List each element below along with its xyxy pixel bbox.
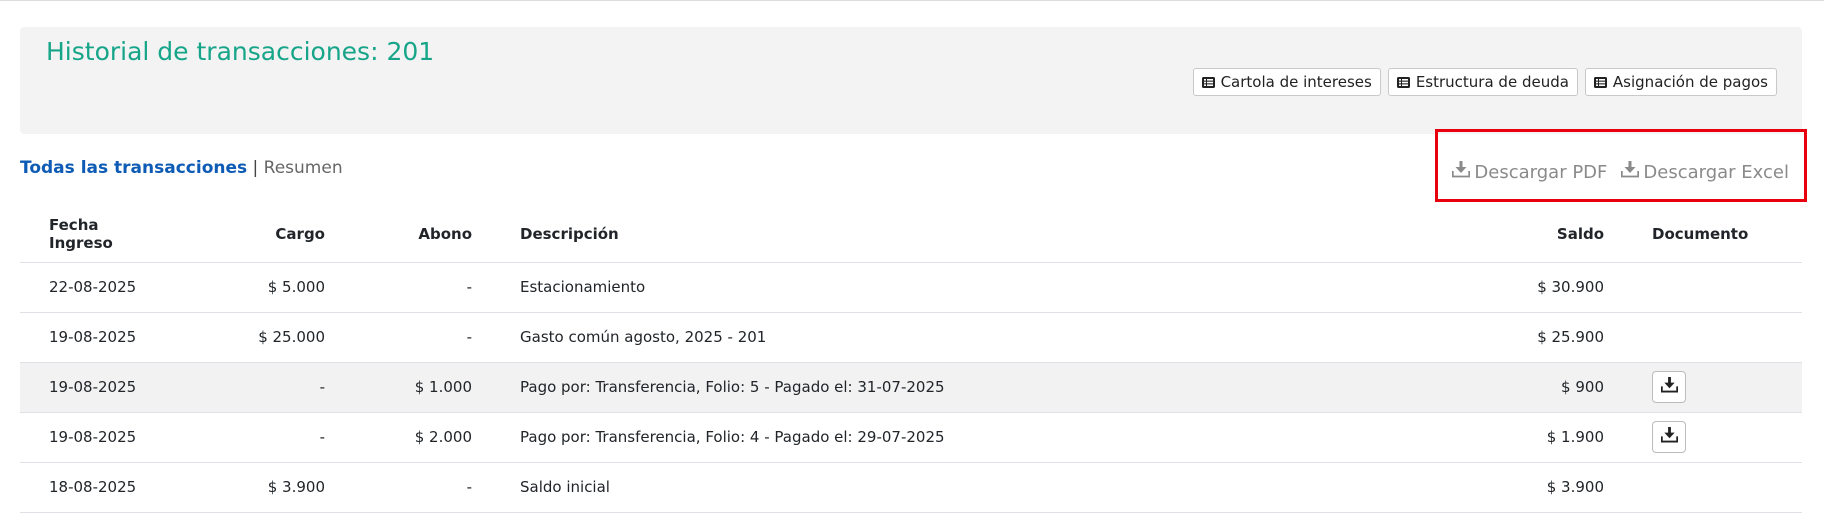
col-documento: Documento	[1614, 206, 1802, 263]
cell-descripcion: Estacionamiento	[482, 262, 1430, 313]
cell-saldo: $ 3.900	[1430, 462, 1614, 513]
asignacion-pagos-button[interactable]: Asignación de pagos	[1584, 68, 1777, 96]
view-switch: Todas las transacciones | Resumen	[20, 158, 343, 178]
download-icon	[1660, 427, 1678, 447]
download-document-button[interactable]	[1652, 371, 1686, 403]
cell-documento	[1614, 462, 1802, 513]
cell-documento	[1614, 262, 1802, 313]
cell-saldo: $ 900	[1430, 362, 1614, 413]
cell-abono: -	[335, 262, 482, 313]
cell-cargo: $ 25.000	[205, 312, 335, 363]
page-title: Historial de transacciones: 201	[46, 37, 435, 66]
list-icon	[1396, 76, 1410, 88]
page-header: Historial de transacciones: 201 Cartola …	[20, 27, 1802, 134]
download-icon	[1452, 161, 1471, 183]
col-fecha-ingreso: Fecha Ingreso	[20, 206, 205, 263]
list-icon	[1593, 76, 1607, 88]
cell-fecha: 19-08-2025	[20, 362, 205, 413]
asignacion-pagos-label: Asignación de pagos	[1612, 73, 1768, 91]
cell-saldo: $ 25.900	[1430, 312, 1614, 363]
cell-saldo: $ 30.900	[1430, 262, 1614, 313]
download-icon	[1621, 161, 1640, 183]
tab-todas-transacciones[interactable]: Todas las transacciones	[20, 158, 247, 178]
download-links: Descargar PDF Descargar Excel	[1452, 161, 1789, 183]
table-row: 19-08-2025 - $ 1.000 Pago por: Transfere…	[20, 362, 1802, 413]
header-actions: Cartola de intereses Estructura de deuda…	[1192, 68, 1777, 96]
cell-cargo: -	[205, 412, 335, 463]
cell-fecha: 19-08-2025	[20, 412, 205, 463]
col-fecha-line2: Ingreso	[49, 233, 113, 252]
download-document-button[interactable]	[1652, 421, 1686, 453]
cell-abono: $ 2.000	[335, 412, 482, 463]
col-cargo: Cargo	[205, 206, 335, 263]
estructura-deuda-label: Estructura de deuda	[1415, 73, 1569, 91]
cartola-intereses-button[interactable]: Cartola de intereses	[1192, 68, 1381, 96]
cell-descripcion: Pago por: Transferencia, Folio: 4 - Paga…	[482, 412, 1430, 463]
table-row: 19-08-2025 - $ 2.000 Pago por: Transfere…	[20, 412, 1802, 463]
cell-cargo: $ 3.900	[205, 462, 335, 513]
col-fecha-line1: Fecha	[49, 215, 99, 234]
cell-documento	[1614, 362, 1802, 413]
cell-fecha: 18-08-2025	[20, 462, 205, 513]
cell-abono: $ 1.000	[335, 362, 482, 413]
list-icon	[1201, 76, 1215, 88]
cell-abono: -	[335, 462, 482, 513]
table-header-row: Fecha Ingreso Cargo Abono Descripción Sa…	[20, 206, 1802, 263]
col-saldo: Saldo	[1430, 206, 1614, 263]
cell-saldo: $ 1.900	[1430, 412, 1614, 463]
top-border	[0, 0, 1824, 1]
table-row: 19-08-2025 $ 25.000 - Gasto común agosto…	[20, 312, 1802, 363]
download-icon	[1660, 377, 1678, 397]
cell-fecha: 19-08-2025	[20, 312, 205, 363]
cell-fecha: 22-08-2025	[20, 262, 205, 313]
descargar-pdf-link[interactable]: Descargar PDF	[1452, 161, 1607, 183]
cell-documento	[1614, 412, 1802, 463]
descargar-excel-label: Descargar Excel	[1643, 161, 1789, 183]
cell-descripcion: Saldo inicial	[482, 462, 1430, 513]
descargar-excel-link[interactable]: Descargar Excel	[1621, 161, 1789, 183]
cartola-intereses-label: Cartola de intereses	[1220, 73, 1372, 91]
cell-abono: -	[335, 312, 482, 363]
cell-cargo: -	[205, 362, 335, 413]
descargar-pdf-label: Descargar PDF	[1474, 161, 1608, 183]
transactions-table: Fecha Ingreso Cargo Abono Descripción Sa…	[20, 206, 1802, 513]
col-descripcion: Descripción	[482, 206, 1430, 263]
estructura-deuda-button[interactable]: Estructura de deuda	[1387, 68, 1578, 96]
cell-cargo: $ 5.000	[205, 262, 335, 313]
table-row: 22-08-2025 $ 5.000 - Estacionamiento $ 3…	[20, 262, 1802, 313]
col-abono: Abono	[335, 206, 482, 263]
cell-documento	[1614, 312, 1802, 363]
cell-descripcion: Gasto común agosto, 2025 - 201	[482, 312, 1430, 363]
tab-separator: |	[247, 158, 264, 178]
table-row: 18-08-2025 $ 3.900 - Saldo inicial $ 3.9…	[20, 462, 1802, 513]
cell-descripcion: Pago por: Transferencia, Folio: 5 - Paga…	[482, 362, 1430, 413]
tab-resumen[interactable]: Resumen	[264, 158, 343, 178]
